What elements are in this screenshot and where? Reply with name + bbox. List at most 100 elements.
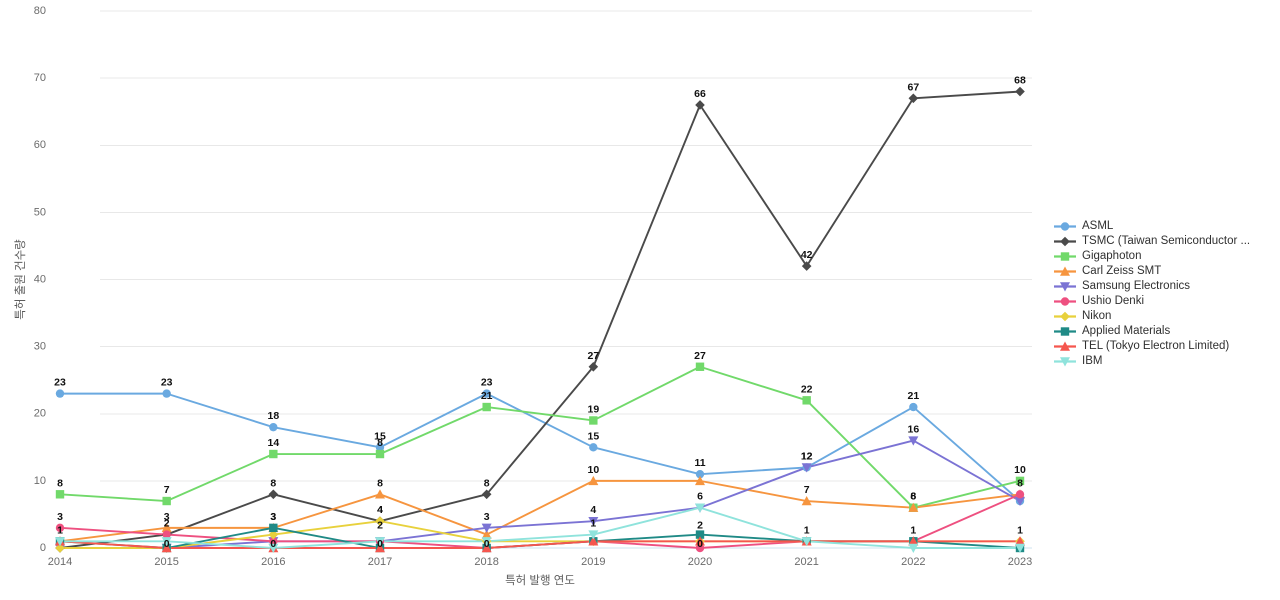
series-point-marker [269, 523, 278, 533]
series-point-marker [589, 416, 598, 425]
y-axis-tick-label: 80 [34, 5, 46, 17]
series-point-marker [375, 489, 385, 499]
point-value-label: 0 [484, 538, 490, 550]
legend-item[interactable]: Samsung Electronics [1052, 279, 1277, 294]
point-value-label: 8 [270, 477, 276, 489]
y-axis-tick-label: 10 [34, 475, 46, 487]
series-line [59, 90, 1021, 549]
x-axis-tick-label: 2022 [901, 556, 925, 568]
point-value-label: 22 [801, 383, 813, 395]
point-value-label: 1 [804, 524, 810, 536]
point-value-label: 2 [377, 520, 383, 532]
point-value-label: 0 [270, 538, 276, 550]
legend-item-label: TEL (Tokyo Electron Limited) [1082, 340, 1230, 352]
y-axis-tick-labels: 0 10 20 30 40 50 60 70 80 [34, 5, 46, 554]
series-markers-group [55, 86, 1025, 553]
point-value-label: 68 [1014, 75, 1026, 87]
legend-item-label: Samsung Electronics [1082, 280, 1191, 292]
point-value-label: 10 [587, 464, 599, 476]
gridlines-group [100, 10, 1032, 549]
series-point-marker [908, 93, 919, 104]
point-value-label: 27 [694, 350, 706, 362]
point-value-label: 23 [161, 377, 173, 389]
x-axis-tick-label: 2020 [688, 556, 712, 568]
y-axis-tick-label: 40 [34, 273, 46, 285]
x-axis-tick-label: 2016 [261, 556, 285, 568]
series-line [59, 479, 1021, 543]
point-value-label: 18 [267, 410, 279, 422]
point-value-label: 23 [54, 377, 66, 389]
y-axis-tick-label: 0 [40, 542, 46, 554]
legend-marker-square-icon [1052, 249, 1078, 264]
legend-item[interactable]: Carl Zeiss SMT [1052, 264, 1277, 279]
point-value-label: 3 [270, 511, 276, 523]
point-value-label: 21 [481, 390, 493, 402]
point-value-label: 8 [1017, 477, 1023, 489]
point-value-label: 6 [910, 491, 916, 503]
line-chart-container: 0 10 20 30 40 50 60 70 80 2014 2015 2016 2017 2018 20… [0, 0, 1280, 600]
series-point-marker [482, 402, 491, 412]
legend-marker-triangle-down-icon [1052, 354, 1078, 369]
point-value-label: 8 [484, 477, 490, 489]
legend-item[interactable]: IBM [1052, 354, 1277, 369]
point-value-label: 1 [910, 524, 916, 536]
chart-legend: ASML TSMC (Taiwan Semiconductor ... Gigaph… [1052, 219, 1277, 369]
point-value-label: 27 [587, 350, 599, 362]
legend-item-label: Carl Zeiss SMT [1082, 265, 1162, 277]
legend-item[interactable]: Gigaphoton [1052, 249, 1277, 264]
legend-marker-triangle-down-icon [1052, 279, 1078, 294]
point-value-label: 19 [587, 403, 599, 415]
legend-item[interactable]: Ushio Denki [1052, 294, 1277, 309]
point-value-label: 11 [694, 457, 705, 469]
series-point-marker [162, 389, 171, 398]
y-axis-tick-label: 70 [34, 72, 46, 84]
series-point-marker [162, 496, 171, 506]
legend-item[interactable]: ASML [1052, 219, 1277, 234]
legend-item-label: Nikon [1082, 310, 1112, 322]
point-value-label: 8 [377, 437, 383, 449]
x-axis-tick-labels: 2014 2015 2016 2017 2018 2019 2020 2021 2022 2023 [48, 556, 1032, 568]
point-value-label: 12 [801, 450, 813, 462]
point-value-label: 4 [590, 504, 596, 516]
point-value-label: 8 [377, 477, 383, 489]
series-point-marker [268, 489, 279, 500]
x-axis-tick-label: 2017 [368, 556, 392, 568]
series-point-marker [55, 389, 65, 398]
point-value-label: 6 [697, 491, 703, 503]
x-axis-tick-label: 2023 [1008, 556, 1032, 568]
series-point-marker [695, 362, 705, 371]
series-point-marker [1015, 86, 1025, 97]
legend-marker-diamond-icon [1052, 234, 1078, 249]
point-value-label: 3 [484, 511, 490, 523]
legend-marker-circle-icon [1052, 219, 1078, 234]
legend-item[interactable]: Nikon [1052, 309, 1277, 324]
legend-item-label: ASML [1082, 220, 1114, 232]
point-value-label: 15 [587, 430, 599, 442]
series-point-marker [55, 490, 65, 499]
point-value-label: 0 [377, 538, 383, 550]
series-point-marker [1015, 490, 1025, 499]
legend-marker-square-icon [1052, 324, 1078, 339]
legend-item-label: Applied Materials [1082, 325, 1171, 337]
legend-item[interactable]: TSMC (Taiwan Semiconductor ... [1052, 234, 1277, 249]
point-value-label: 2 [697, 520, 703, 532]
point-value-label: 4 [377, 504, 383, 516]
x-axis-tick-label: 2015 [154, 556, 178, 568]
series-line [59, 439, 1021, 549]
series-line [59, 540, 1021, 549]
legend-marker-triangle-up-icon [1052, 264, 1078, 279]
point-value-label: 8 [57, 477, 63, 489]
point-value-label: 21 [907, 390, 919, 402]
series-line [59, 365, 1021, 509]
legend-marker-diamond-icon [1052, 309, 1078, 324]
point-value-label: 66 [694, 88, 706, 100]
series-point-marker [909, 402, 918, 412]
legend-item-label: IBM [1082, 355, 1103, 367]
legend-item[interactable]: TEL (Tokyo Electron Limited) [1052, 339, 1277, 354]
point-value-label: 0 [164, 538, 170, 550]
x-axis-tick-label: 2014 [48, 556, 72, 568]
series-point-marker [802, 396, 811, 405]
legend-marker-circle-icon [1052, 294, 1078, 309]
point-value-label: 1 [57, 524, 63, 536]
legend-item[interactable]: Applied Materials [1052, 324, 1277, 339]
